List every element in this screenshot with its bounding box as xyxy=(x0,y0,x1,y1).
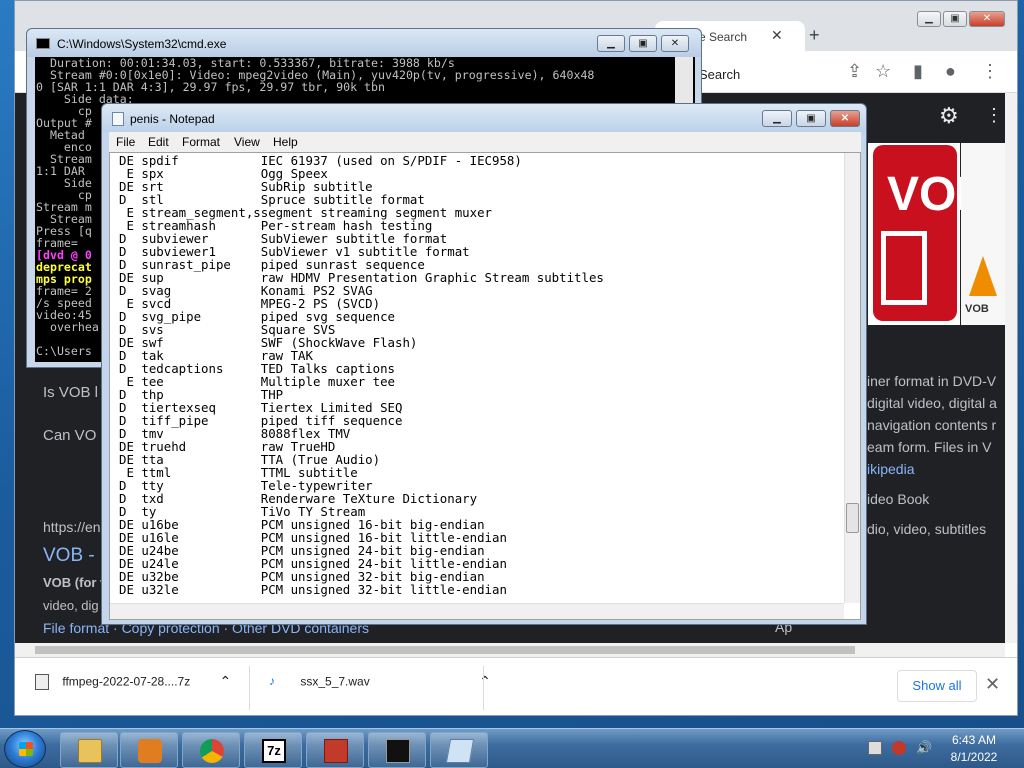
divider xyxy=(249,666,250,710)
result-snippet-1: VOB (for v xyxy=(43,575,108,590)
menu-format[interactable]: Format xyxy=(182,135,220,149)
cmd-maximize-button[interactable]: ▣ xyxy=(629,35,657,52)
notepad-line: DE u32le PCM unsigned 32-bit little-endi… xyxy=(119,582,507,597)
notepad-vertical-scrollbar[interactable] xyxy=(844,153,860,603)
start-button[interactable] xyxy=(4,730,46,768)
cmd-title: C:\Windows\System32\cmd.exe xyxy=(57,37,227,51)
panel-text-5: ideo Book xyxy=(867,491,930,507)
folder-icon xyxy=(78,739,102,763)
notepad-minimize-button[interactable]: ▁ xyxy=(762,110,792,127)
download-item-ffmpeg[interactable]: ffmpeg-2022-07-28....7z ⌃ xyxy=(35,673,231,703)
panel-text-1: iner format in DVD-V xyxy=(867,373,997,389)
panel-text-2: digital video, digital a xyxy=(867,395,997,411)
notepad-window: penis - Notepad ▁ ▣ ✕ File Edit Format V… xyxy=(101,103,867,625)
horizontal-scrollbar-thumb[interactable] xyxy=(35,646,855,654)
vertical-scrollbar[interactable] xyxy=(1005,93,1017,643)
taskbar-cmd[interactable] xyxy=(368,732,426,768)
download-filename-1: ffmpeg-2022-07-28....7z xyxy=(62,674,191,689)
taskbar-chrome[interactable] xyxy=(182,732,240,768)
media-player-icon xyxy=(138,739,162,763)
vlc-image[interactable] xyxy=(961,143,1005,325)
vlc-cone-icon xyxy=(969,256,997,296)
question-1[interactable]: Is VOB l xyxy=(43,384,98,401)
taskbar-app[interactable] xyxy=(306,732,364,768)
notepad-icon xyxy=(445,739,475,763)
taskbar-notepad[interactable] xyxy=(430,732,488,768)
vlc-image-label: VOB xyxy=(965,303,989,315)
menu-file[interactable]: File xyxy=(116,135,135,149)
cmd-close-button[interactable]: ✕ xyxy=(661,35,689,52)
divider xyxy=(483,666,484,710)
menu-view[interactable]: View xyxy=(234,135,260,149)
menu-kebab-icon[interactable]: ⋮ xyxy=(981,61,999,82)
notepad-text-area[interactable]: DE spdif IEC 61937 (used on S/PDIF - IEC… xyxy=(109,152,861,620)
result-url: https://en xyxy=(43,519,101,535)
maximize-button[interactable]: ▣ xyxy=(943,11,967,27)
close-download-shelf-icon[interactable]: ✕ xyxy=(985,674,1000,695)
taskbar-explorer[interactable] xyxy=(60,732,118,768)
notepad-scrollbar-thumb[interactable] xyxy=(846,503,859,533)
menu-edit[interactable]: Edit xyxy=(148,135,169,149)
download-item-wav[interactable]: ♪ ssx_5_7.wav ⌃ xyxy=(269,673,491,703)
chrome-icon xyxy=(200,739,224,763)
panel-text-4: eam form. Files in V xyxy=(867,439,992,455)
notepad-icon xyxy=(112,112,124,126)
show-all-button[interactable]: Show all xyxy=(897,670,977,702)
chevron-up-icon[interactable]: ⌃ xyxy=(220,673,232,689)
panel-wikipedia-link[interactable]: ikipedia xyxy=(867,461,914,477)
side-panel-icon[interactable]: ▮ xyxy=(913,61,923,82)
notepad-titlebar[interactable] xyxy=(102,104,866,132)
notepad-menubar: File Edit Format View Help xyxy=(109,132,861,152)
windows-logo-icon xyxy=(19,742,33,756)
notepad-maximize-button[interactable]: ▣ xyxy=(796,110,826,127)
clock-time[interactable]: 6:43 AM xyxy=(944,733,1004,747)
new-tab-icon[interactable]: + xyxy=(809,25,820,46)
app-icon xyxy=(324,739,348,763)
audio-file-icon: ♪ xyxy=(269,673,275,688)
settings-gear-icon[interactable]: ⚙ xyxy=(939,103,959,129)
archive-file-icon xyxy=(35,673,49,690)
download-filename-2: ssx_5_7.wav xyxy=(300,674,370,689)
question-2[interactable]: Can VO xyxy=(43,427,96,444)
notepad-close-button[interactable]: ✕ xyxy=(830,110,860,127)
action-center-icon[interactable] xyxy=(892,741,906,755)
notepad-title: penis - Notepad xyxy=(130,112,215,126)
tab-title: e Search xyxy=(699,30,748,44)
close-button[interactable]: ✕ xyxy=(969,11,1005,27)
download-shelf: ffmpeg-2022-07-28....7z ⌃ ♪ ssx_5_7.wav … xyxy=(15,657,1017,715)
result-snippet-2: video, dig xyxy=(43,598,99,613)
notepad-horizontal-scrollbar[interactable] xyxy=(110,603,844,619)
console-line: 0 [SAR 1:1 DAR 4:3], 29.97 fps, 29.97 tb… xyxy=(36,80,386,94)
volume-icon[interactable]: 🔊 xyxy=(916,741,932,755)
profile-icon[interactable]: ● xyxy=(945,61,956,82)
sevenzip-icon: 7z xyxy=(262,739,286,763)
taskbar: 7z 🔊 xyxy=(0,728,1024,768)
search-label: Search xyxy=(699,67,741,82)
share-icon[interactable]: ⇪ xyxy=(847,61,862,82)
bookmark-star-icon[interactable]: ☆ xyxy=(875,61,891,82)
taskbar-media-player[interactable] xyxy=(120,732,178,768)
panel-text-6: dio, video, subtitles xyxy=(867,521,987,537)
notepad-text: DE spdif IEC 61937 (used on S/PDIF - IEC… xyxy=(119,154,604,596)
network-icon[interactable] xyxy=(868,741,882,755)
result-heading[interactable]: VOB - xyxy=(43,545,95,567)
minimize-button[interactable]: ▁ xyxy=(917,11,941,27)
console-icon xyxy=(36,38,50,49)
film-strip-icon xyxy=(881,231,927,305)
tab-close-icon[interactable]: ✕ xyxy=(771,27,783,44)
clock-date[interactable]: 8/1/2022 xyxy=(944,750,1004,764)
chevron-up-icon[interactable]: ⌃ xyxy=(479,673,491,689)
taskbar-7zip[interactable]: 7z xyxy=(244,732,302,768)
panel-text-3: navigation contents r xyxy=(867,417,997,433)
cmd-minimize-button[interactable]: ▁ xyxy=(597,35,625,52)
apps-kebab-icon[interactable]: ⋮ xyxy=(985,105,1003,126)
cmd-icon xyxy=(386,739,410,763)
menu-help[interactable]: Help xyxy=(273,135,298,149)
